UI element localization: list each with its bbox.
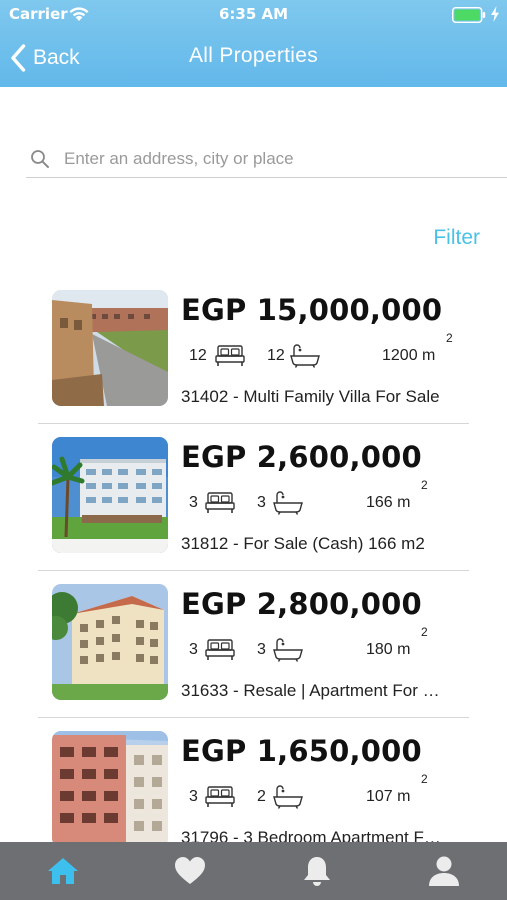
home-icon	[48, 858, 79, 884]
property-specs: 12 12 1200 m 2	[189, 331, 479, 369]
search-bar	[26, 140, 507, 178]
property-price: EGP 1,650,000	[181, 734, 422, 768]
property-photo	[52, 437, 168, 553]
property-card[interactable]: EGP 2,600,000 3 3 166 m 2 31812 - For Sa…	[38, 424, 469, 571]
bedroom-count: 3	[189, 494, 198, 511]
property-photo	[52, 290, 168, 406]
area-unit-superscript: 2	[421, 625, 428, 639]
bathroom-count: 12	[267, 347, 285, 364]
property-card[interactable]: EGP 1,650,000 3 2 107 m 2 31796 - 3 Bedr…	[38, 718, 469, 842]
property-list: EGP 15,000,000 12 12 1200 m 2 31402 - Mu…	[0, 277, 507, 842]
property-photo	[52, 584, 168, 700]
search-input[interactable]	[64, 148, 464, 169]
page-title: All Properties	[188, 44, 319, 67]
user-icon	[428, 856, 459, 886]
property-specs: 3 2 107 m 2	[189, 772, 479, 810]
property-price: EGP 2,600,000	[181, 440, 422, 474]
property-price: EGP 2,800,000	[181, 587, 422, 621]
property-title: 31796 - 3 Bedroom Apartment For Sale	[181, 828, 446, 842]
heart-icon	[175, 857, 206, 884]
area-value: 1200 m	[382, 347, 436, 364]
property-title: 31812 - For Sale (Cash) 166 m2	[181, 534, 425, 553]
bed-icon	[215, 345, 245, 366]
bedroom-count: 3	[189, 788, 198, 805]
property-photo	[52, 731, 168, 842]
battery-icon	[452, 7, 486, 23]
bathroom-count: 3	[257, 641, 266, 658]
tab-home[interactable]	[0, 842, 127, 900]
tab-favorites[interactable]	[127, 842, 254, 900]
area-value: 180 m	[366, 641, 411, 658]
property-price: EGP 15,000,000	[181, 293, 443, 327]
area-unit-superscript: 2	[421, 478, 428, 492]
bathtub-icon	[273, 785, 303, 809]
property-specs: 3 3 166 m 2	[189, 478, 479, 516]
header: Carrier 6:35 AM Back All Properties	[0, 0, 507, 87]
area-value: 107 m	[366, 788, 411, 805]
tab-bar	[0, 842, 507, 900]
property-specs: 3 3 180 m 2	[189, 625, 479, 663]
bed-icon	[205, 492, 235, 513]
tab-profile[interactable]	[380, 842, 507, 900]
bed-icon	[205, 639, 235, 660]
bathroom-count: 3	[257, 494, 266, 511]
area-unit-superscript: 2	[446, 331, 453, 345]
bed-icon	[205, 786, 235, 807]
bathtub-icon	[273, 638, 303, 662]
property-title: 31633 - Resale | Apartment For Sale	[181, 681, 446, 700]
bedroom-count: 3	[189, 641, 198, 658]
filter-button[interactable]: Filter	[433, 226, 480, 250]
search-icon	[31, 149, 49, 168]
charging-bolt-icon	[491, 6, 499, 22]
property-title: 31402 - Multi Family Villa For Sale	[181, 387, 440, 406]
nav-bar: Back All Properties	[0, 36, 507, 80]
property-card[interactable]: EGP 2,800,000 3 3 180 m 2 31633 - Resale…	[38, 571, 469, 718]
status-bar: Carrier 6:35 AM	[0, 0, 507, 30]
bedroom-count: 12	[189, 347, 207, 364]
bathroom-count: 2	[257, 788, 266, 805]
status-time: 6:35 AM	[218, 5, 289, 23]
area-unit-superscript: 2	[421, 772, 428, 786]
area-value: 166 m	[366, 494, 411, 511]
bathtub-icon	[290, 344, 320, 368]
bathtub-icon	[273, 491, 303, 515]
bell-icon	[303, 857, 330, 886]
tab-notifications[interactable]	[254, 842, 381, 900]
property-card[interactable]: EGP 15,000,000 12 12 1200 m 2 31402 - Mu…	[38, 277, 469, 424]
